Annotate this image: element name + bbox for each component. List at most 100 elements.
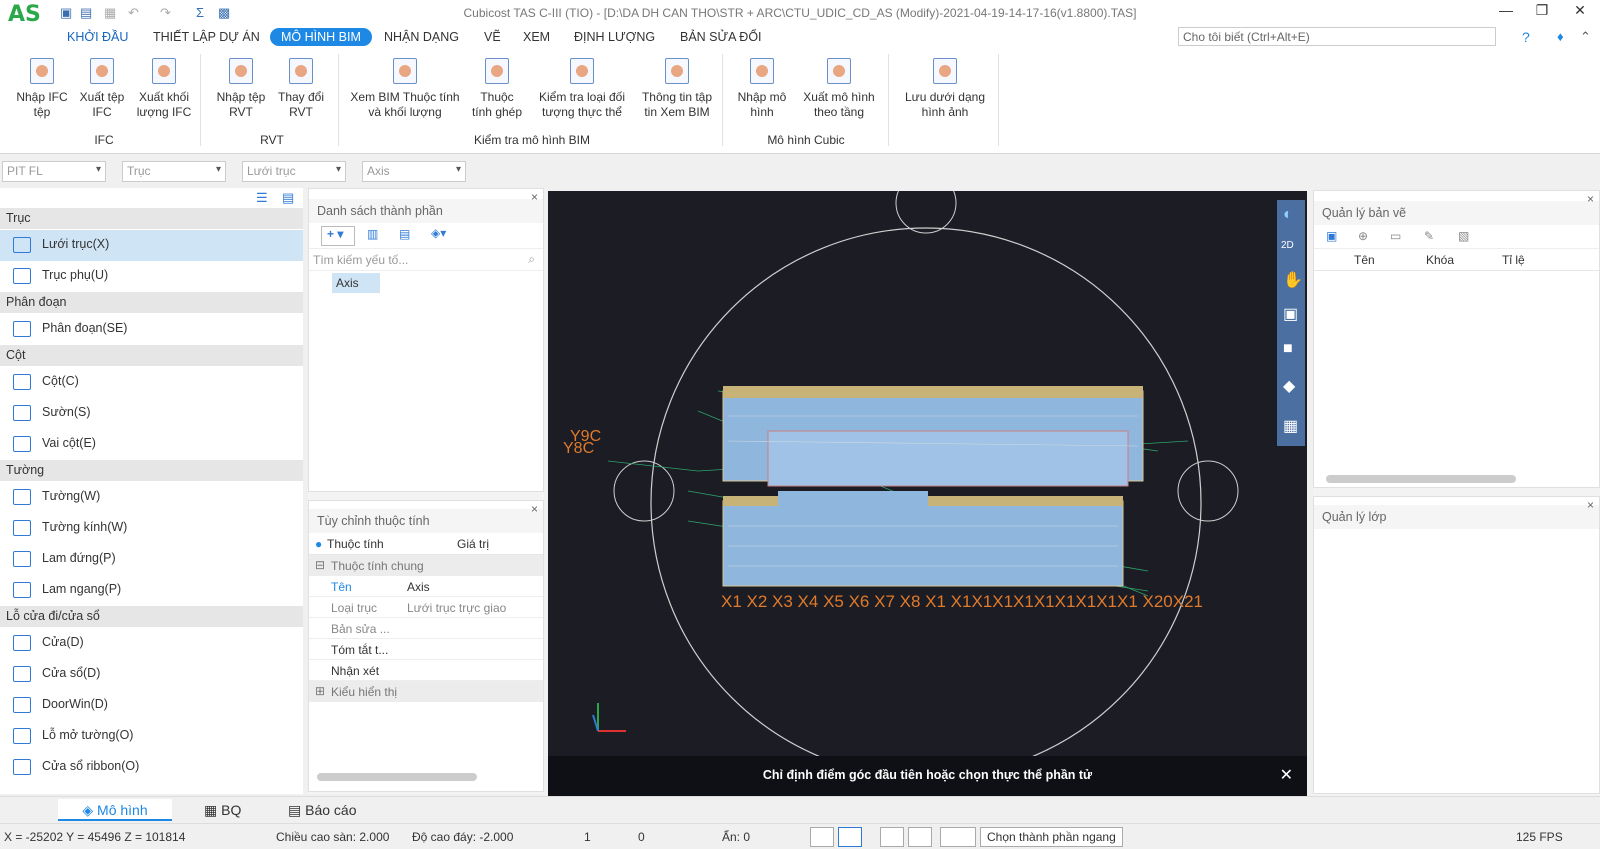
add-drawing-icon[interactable]: ▣ <box>1326 229 1337 243</box>
close-icon[interactable]: × <box>1587 498 1594 512</box>
tab-report[interactable]: ▤ Báo cáo <box>278 799 367 821</box>
tree-item-aux-axis[interactable]: Trục phụ(U) <box>0 261 303 292</box>
close-icon[interactable]: × <box>531 502 538 516</box>
group-display[interactable]: ⊞ Kiểu hiển thị <box>309 681 543 702</box>
prop-row-summary[interactable]: Tóm tắt t... <box>309 639 543 660</box>
tab-model[interactable]: ◈ Mô hình <box>58 799 172 821</box>
delete-icon[interactable]: ▥ <box>367 227 378 241</box>
category-wall[interactable]: Tường <box>0 460 303 481</box>
settings-icon[interactable]: ⌃ <box>1580 29 1591 45</box>
tell-me-search[interactable]: Cho tôi biết (Ctrl+Alt+E) <box>1178 27 1496 46</box>
import-ifc-button[interactable]: Nhập IFC tệp <box>12 58 72 120</box>
2d-icon[interactable]: 2D <box>1281 240 1294 251</box>
merge-properties-button[interactable]: Thuộc tính ghép <box>468 58 526 120</box>
bim-file-info-button[interactable]: Thông tin tập tin Xem BIM <box>636 58 718 120</box>
export-model-by-floor-button[interactable]: Xuất mô hình theo tầng <box>796 58 882 120</box>
prop-row-notes[interactable]: Nhận xét <box>309 660 543 681</box>
undo-icon[interactable]: ↶ <box>128 5 139 21</box>
redo-icon[interactable]: ↷ <box>160 5 171 21</box>
tree-item-column[interactable]: Cột(C) <box>0 367 303 398</box>
tree-item-horizontal-louver[interactable]: Lam ngang(P) <box>0 575 303 606</box>
split-icon[interactable]: ▧ <box>1458 229 1469 243</box>
grid-view-icon[interactable]: ▦ <box>1283 416 1298 436</box>
import-rvt-button[interactable]: Nhập tệp RVT <box>212 58 270 120</box>
save-as-image-button[interactable]: Lưu dưới dạng hình ảnh <box>896 58 994 120</box>
tab-bq[interactable]: ▦ BQ <box>194 799 251 821</box>
view-bim-properties-button[interactable]: Xem BIM Thuộc tính và khối lượng <box>346 58 464 120</box>
detail-view-icon[interactable]: ▤ <box>282 190 294 206</box>
type-select[interactable]: Lưới trục <box>242 161 346 182</box>
tree-item-glass-wall[interactable]: Tường kính(W) <box>0 513 303 544</box>
tree-item-vertical-louver[interactable]: Lam đứng(P) <box>0 544 303 575</box>
new-file-icon[interactable]: ▣ <box>60 5 72 21</box>
close-icon[interactable]: ✕ <box>1566 2 1594 19</box>
category-segment[interactable]: Phân đoạn <box>0 292 303 313</box>
scale-icon[interactable]: ▭ <box>1390 229 1401 243</box>
check-entity-type-button[interactable]: Kiểm tra loại đối tượng thực thể <box>532 58 632 120</box>
tree-item-wall[interactable]: Tường(W) <box>0 482 303 513</box>
tree-item-corbel[interactable]: Vai cột(E) <box>0 429 303 460</box>
prop-row-revision[interactable]: Bản sửa ... <box>309 618 543 639</box>
select-box-icon[interactable] <box>838 827 862 847</box>
layers-icon[interactable]: ◈▾ <box>431 226 446 240</box>
floor-select[interactable]: PIT FL <box>2 161 106 182</box>
tree-item-doorwin[interactable]: DoorWin(D) <box>0 690 303 721</box>
orbit-icon[interactable]: ◐ <box>1283 206 1293 224</box>
menu-view[interactable]: XEM <box>523 30 550 44</box>
ortho-icon[interactable] <box>810 827 834 847</box>
pan-icon[interactable]: ✋ <box>1283 270 1303 290</box>
prop-value[interactable]: Lưới trục trực giao <box>407 601 506 615</box>
search-icon[interactable]: ⌕ <box>528 252 535 267</box>
menu-draw[interactable]: VẼ <box>484 30 501 44</box>
search-input[interactable]: Tìm kiếm yếu tố... <box>313 253 408 267</box>
component-select[interactable]: Axis <box>362 161 466 182</box>
category-openings[interactable]: Lỗ cửa đi/cửa sổ <box>0 606 303 627</box>
edit-icon[interactable]: ✎ <box>1424 229 1434 243</box>
prop-value[interactable]: Axis <box>407 580 430 594</box>
horizontal-scrollbar[interactable] <box>1326 475 1516 483</box>
menu-project-setup[interactable]: THIẾT LẬP DỰ ÁN <box>153 30 260 44</box>
import-model-button[interactable]: Nhập mô hình <box>730 58 794 120</box>
minimize-icon[interactable]: — <box>1492 2 1520 18</box>
tree-item-rib[interactable]: Sườn(S) <box>0 398 303 429</box>
export-ifc-quantity-button[interactable]: Xuất khối lượng IFC <box>132 58 196 120</box>
menu-quantity[interactable]: ĐỊNH LƯỢNG <box>574 30 655 44</box>
list-view-icon[interactable]: ☰ <box>256 190 268 206</box>
tree-item-segment[interactable]: Phân đoạn(SE) <box>0 314 303 345</box>
box-view-icon[interactable]: ▣ <box>1283 304 1298 324</box>
close-icon[interactable]: × <box>531 190 538 204</box>
solid-view-icon[interactable]: ■ <box>1283 340 1293 358</box>
select-horizontal-button[interactable]: Chọn thành phần ngang <box>980 827 1123 847</box>
copy-icon[interactable]: ▤ <box>399 227 410 241</box>
collapse-icon[interactable]: ⊟ <box>315 558 325 572</box>
3d-viewport[interactable]: Y9C Y8C X1 X2 X3 X4 X5 X6 X7 X8 X1 X1X1X… <box>548 191 1307 796</box>
menu-home[interactable]: KHỞI ĐẦU <box>67 30 128 44</box>
sum-icon[interactable]: Σ <box>196 5 204 20</box>
change-rvt-button[interactable]: Thay đổi RVT <box>274 58 328 120</box>
tree-item-grid[interactable]: Lưới trục(X) <box>0 230 303 261</box>
prop-row-axis-type[interactable]: Loại trục Lưới trục trực giao <box>309 597 543 618</box>
calculator-icon[interactable]: ▩ <box>218 5 230 21</box>
prop-row-name[interactable]: Tên Axis <box>309 576 543 597</box>
add-component-button[interactable]: + ▾ <box>321 226 355 246</box>
help-icon[interactable]: ? <box>1522 29 1530 45</box>
component-search[interactable]: Tìm kiếm yếu tố... ⌕ <box>309 249 543 271</box>
expand-icon[interactable]: ⊞ <box>315 684 325 698</box>
menu-bim-model[interactable]: MÔ HÌNH BIM <box>270 28 372 46</box>
restore-icon[interactable]: ❐ <box>1528 2 1556 19</box>
save-icon[interactable]: ▦ <box>104 5 116 21</box>
close-prompt-icon[interactable]: ✕ <box>1280 765 1293 785</box>
locate-icon[interactable]: ⊕ <box>1358 229 1368 243</box>
cross-icon[interactable] <box>908 827 932 847</box>
pin-icon[interactable]: ♦ <box>1557 29 1564 44</box>
open-folder-icon[interactable]: ▤ <box>80 5 92 21</box>
close-icon[interactable]: × <box>1587 192 1594 206</box>
snap-icon[interactable] <box>880 827 904 847</box>
menu-revision[interactable]: BẢN SỬA ĐỔI <box>680 30 762 44</box>
tree-item-wall-opening[interactable]: Lỗ mở tường(O) <box>0 721 303 752</box>
dimension-icon[interactable] <box>940 827 976 847</box>
layer-view-icon[interactable]: ◆ <box>1283 376 1295 396</box>
category-select[interactable]: Trục <box>122 161 226 182</box>
tree-item-window[interactable]: Cửa sổ(D) <box>0 659 303 690</box>
category-axis[interactable]: Trục <box>0 208 303 229</box>
